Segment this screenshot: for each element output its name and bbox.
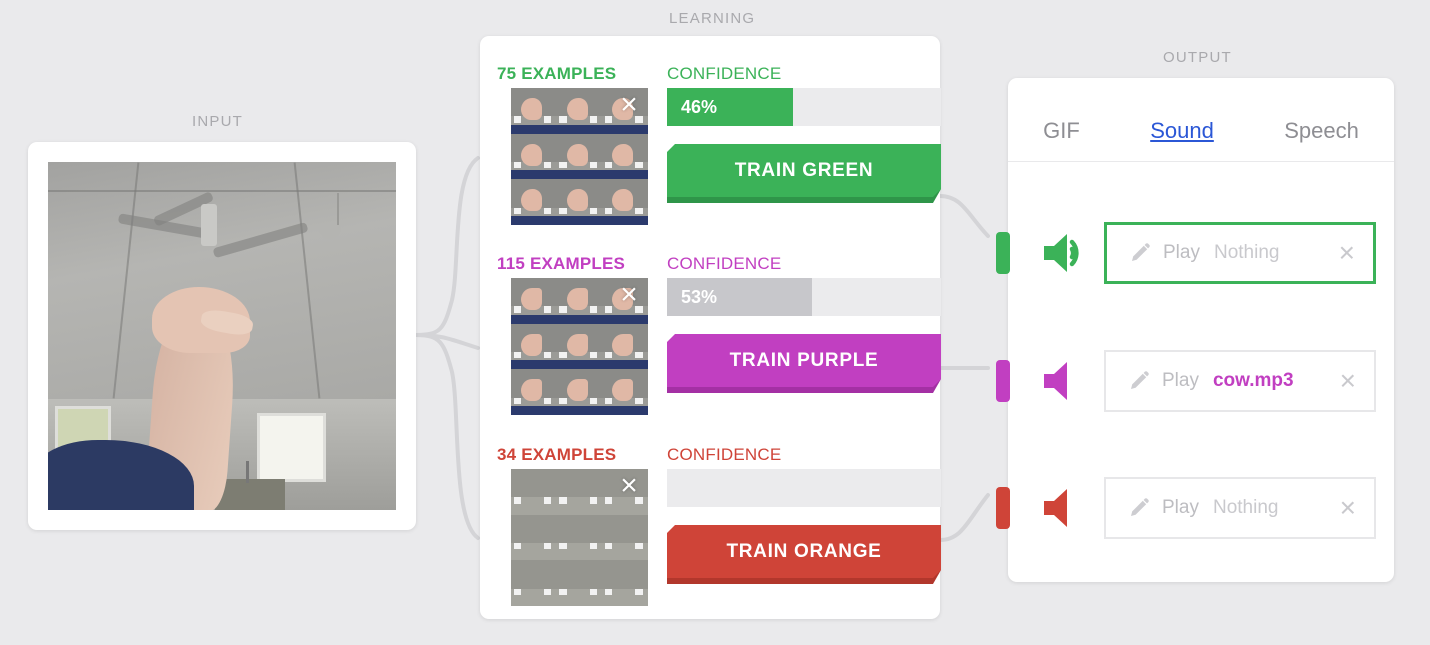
teachable-machine-app: INPUT LEARNING OUTPUT 75 EXAMPLES CONFID… (0, 0, 1430, 645)
output-tab-bar: GIF Sound Speech (1008, 100, 1394, 162)
output-value-green: Nothing (1213, 242, 1280, 263)
example-count-label-purple: 115 EXAMPLES (497, 254, 626, 273)
output-value-purple: cow.mp3 (1212, 370, 1294, 391)
confidence-bar-orange (667, 469, 941, 507)
confidence-label-green: CONFIDENCE (667, 64, 782, 83)
webcam-preview[interactable] (48, 162, 396, 510)
confidence-bar-fill-purple: 53% (667, 278, 813, 316)
confidence-value-green: 46% (681, 96, 718, 117)
connector-nub-green (996, 232, 1010, 274)
train-button-face-purple: TRAIN PURPLE (667, 334, 941, 387)
faucet (246, 461, 250, 484)
tab-speech[interactable]: Speech (1284, 118, 1359, 144)
output-sound-field-green[interactable]: Play Nothing × (1104, 222, 1376, 284)
train-button-orange[interactable]: TRAIN ORANGE (667, 525, 941, 587)
connector-nub-purple (996, 360, 1010, 402)
confidence-bar-green: 46% (667, 88, 941, 126)
confidence-label-orange: CONFIDENCE (667, 445, 782, 464)
section-label-learning: LEARNING (669, 10, 756, 27)
delete-examples-icon-orange[interactable]: × (614, 471, 644, 501)
confidence-value-purple: 53% (681, 286, 718, 307)
play-label-orange: Play (1162, 497, 1199, 518)
connector-nub-orange (996, 487, 1010, 529)
output-sound-field-purple[interactable]: Play cow.mp3 × (1104, 350, 1376, 412)
pencil-icon[interactable] (1128, 497, 1150, 519)
output-row-green: Play Nothing × (996, 222, 1394, 284)
confidence-bar-fill-green: 46% (667, 88, 794, 126)
clear-sound-icon-purple[interactable]: × (1340, 367, 1356, 395)
example-thumbnail-grid-purple[interactable]: × (511, 278, 648, 415)
clear-sound-icon-orange[interactable]: × (1340, 494, 1356, 522)
ceiling-fan-hub (201, 203, 218, 246)
speaker-muted-icon[interactable] (1040, 485, 1088, 531)
confidence-bar-purple: 53% (667, 278, 941, 316)
play-label-green: Play (1163, 242, 1200, 263)
tab-gif[interactable]: GIF (1043, 118, 1080, 144)
train-button-green[interactable]: TRAIN GREEN (667, 144, 941, 206)
output-row-purple: Play cow.mp3 × (996, 350, 1394, 412)
play-label-purple: Play (1162, 370, 1199, 391)
section-label-output: OUTPUT (1163, 49, 1232, 66)
output-panel: GIF Sound Speech Play Nothing × Play cow… (996, 78, 1394, 582)
speaker-on-icon[interactable] (1040, 230, 1088, 276)
pencil-icon[interactable] (1129, 242, 1151, 264)
learning-panel: 75 EXAMPLES CONFIDENCE × 46% TRAIN GREEN… (480, 36, 941, 619)
train-button-label-orange: TRAIN ORANGE (726, 540, 882, 562)
train-button-label-purple: TRAIN PURPLE (729, 349, 879, 371)
clear-sound-icon-green[interactable]: × (1339, 239, 1355, 267)
confidence-label-purple: CONFIDENCE (667, 254, 782, 273)
train-button-face-green: TRAIN GREEN (667, 144, 941, 197)
example-thumbnail-grid-green[interactable]: × (511, 88, 648, 225)
ceiling-seam (48, 189, 396, 192)
example-count-label-green: 75 EXAMPLES (497, 64, 617, 83)
output-sound-field-orange[interactable]: Play Nothing × (1104, 477, 1376, 539)
section-label-input: INPUT (192, 113, 243, 130)
delete-examples-icon-purple[interactable]: × (614, 280, 644, 310)
window-right (256, 412, 327, 483)
train-button-label-green: TRAIN GREEN (734, 159, 874, 181)
delete-examples-icon-green[interactable]: × (614, 90, 644, 120)
train-button-purple[interactable]: TRAIN PURPLE (667, 334, 941, 396)
example-count-label-orange: 34 EXAMPLES (497, 445, 617, 464)
example-thumbnail-grid-orange[interactable]: × (511, 469, 648, 606)
input-panel (28, 142, 416, 530)
output-value-orange: Nothing (1212, 497, 1279, 518)
tab-sound[interactable]: Sound (1150, 118, 1214, 144)
output-row-orange: Play Nothing × (996, 477, 1394, 539)
train-button-face-orange: TRAIN ORANGE (667, 525, 941, 578)
speaker-muted-icon[interactable] (1040, 358, 1088, 404)
pencil-icon[interactable] (1128, 370, 1150, 392)
